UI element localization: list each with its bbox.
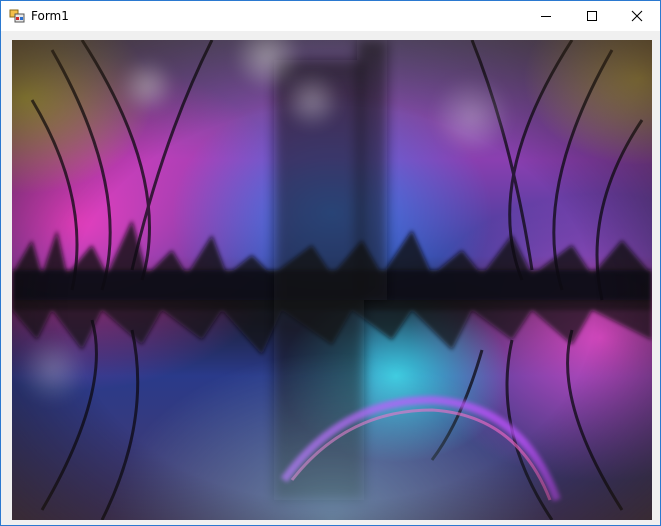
minimize-icon xyxy=(541,16,551,17)
app-icon[interactable] xyxy=(9,8,25,24)
maximize-button[interactable] xyxy=(569,1,615,31)
client-area xyxy=(1,31,660,525)
close-button[interactable] xyxy=(614,1,660,31)
title-bar[interactable]: Form1 xyxy=(1,1,660,31)
fisheye-forest-lake-image xyxy=(12,40,652,520)
close-icon xyxy=(631,10,643,22)
window-title: Form1 xyxy=(31,9,69,23)
form-window: Form1 xyxy=(0,0,661,526)
picture-box[interactable] xyxy=(12,40,652,520)
maximize-icon xyxy=(587,11,597,21)
minimize-button[interactable] xyxy=(523,1,569,31)
